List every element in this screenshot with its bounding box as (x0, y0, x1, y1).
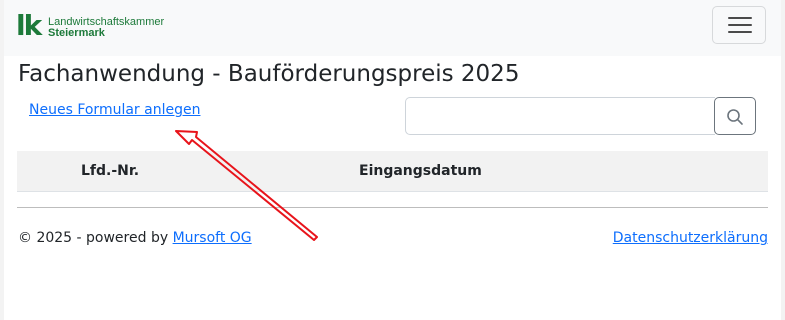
new-form-link[interactable]: Neues Formular anlegen (29, 100, 200, 120)
brand-logo-text: Landwirtschaftskammer Steiermark (48, 17, 164, 39)
page-container: lk Landwirtschaftskammer Steiermark Fach… (4, 0, 781, 320)
search-input[interactable] (405, 97, 715, 135)
copyright-text: © 2025 - powered by (18, 230, 169, 246)
brand-logo[interactable]: lk Landwirtschaftskammer Steiermark (16, 9, 176, 45)
navbar: lk Landwirtschaftskammer Steiermark (4, 0, 781, 56)
company-link[interactable]: Mursoft OG (173, 230, 252, 246)
column-header-eingangsdatum[interactable]: Eingangsdatum (359, 151, 482, 191)
search-icon (727, 109, 743, 125)
page-title: Fachanwendung - Bauförderungspreis 2025 (18, 61, 520, 87)
search-button[interactable] (714, 97, 756, 135)
navbar-toggle-button[interactable] (712, 6, 766, 44)
privacy-policy-link[interactable]: Datenschutzerklärung (613, 228, 768, 248)
footer-divider (17, 207, 768, 208)
table-header-row: Lfd.-Nr. Eingangsdatum (17, 151, 768, 192)
brand-line-2: Steiermark (48, 27, 105, 39)
brand-logo-mark: lk (16, 9, 42, 42)
column-header-lfd-nr[interactable]: Lfd.-Nr. (81, 151, 139, 191)
footer-copyright: © 2025 - powered by Mursoft OG (18, 228, 252, 248)
